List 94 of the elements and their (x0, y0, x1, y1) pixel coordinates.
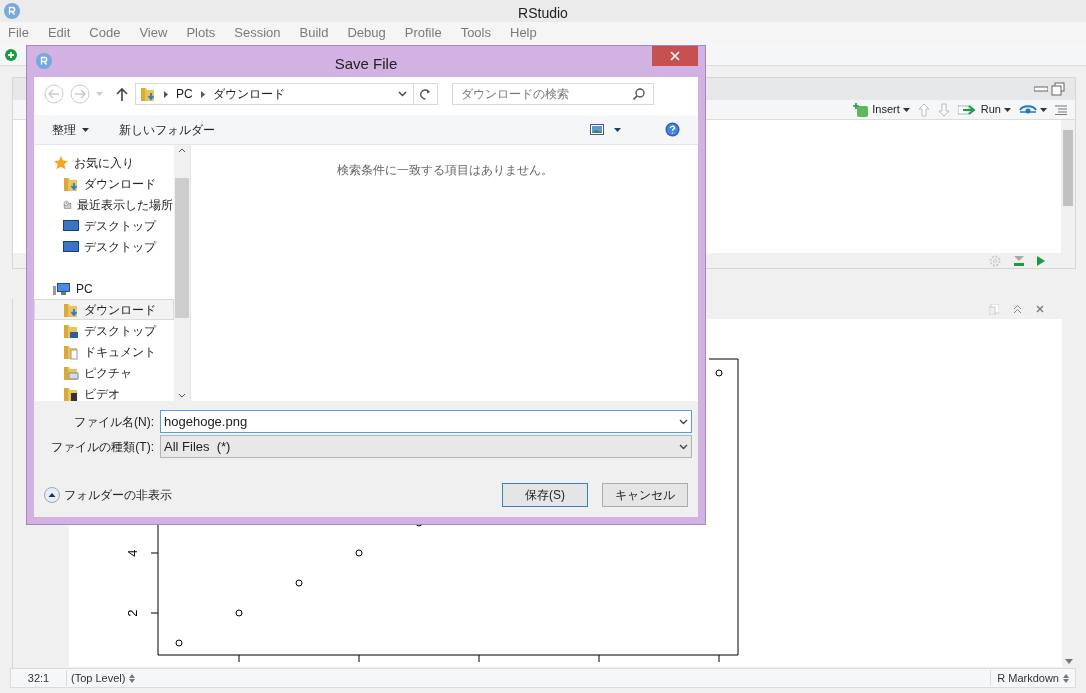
refresh-icon[interactable] (420, 88, 431, 100)
y-tick-label: 2 (125, 609, 141, 617)
nav-item[interactable]: 最近表示した場所 (34, 194, 174, 215)
r-logo-icon (4, 3, 20, 19)
download-folder-icon (63, 175, 79, 192)
star-icon (53, 154, 69, 171)
chevron-down-icon (679, 418, 688, 425)
insert-button[interactable]: Insert (853, 101, 910, 118)
scrollbar[interactable] (1061, 120, 1075, 253)
nav-item[interactable]: デスクトップ (34, 236, 174, 257)
menu-item[interactable]: Debug (347, 23, 386, 43)
dropdown-caret-icon (1040, 107, 1047, 112)
close-icon (670, 51, 680, 61)
new-file-icon[interactable] (5, 48, 17, 61)
breadcrumb-arrow-icon (164, 90, 168, 98)
videos-folder-icon (63, 385, 79, 402)
minimize-icon[interactable] (1034, 86, 1048, 92)
run-chunk-icon[interactable] (1037, 255, 1045, 266)
menu-item[interactable]: Session (234, 23, 281, 43)
scroll-up-icon[interactable] (178, 148, 186, 153)
field-label: ファイル名(N): (73, 413, 155, 431)
scroll-down-icon[interactable] (178, 393, 186, 398)
menu-item[interactable]: View (139, 23, 168, 43)
menu-item[interactable]: Profile (404, 23, 442, 43)
nav-item[interactable]: ピクチャ (34, 362, 174, 383)
breadcrumb-item[interactable]: ダウンロード (212, 85, 285, 103)
toolbar-button[interactable]: 新しいフォルダー (119, 120, 215, 139)
hide-folders-button[interactable]: フォルダーの非表示 (44, 485, 172, 504)
scroll-down-icon[interactable] (1065, 659, 1073, 664)
dropdown-caret-icon (902, 107, 910, 112)
menu-item[interactable]: File (8, 23, 29, 43)
down-arrow-icon[interactable] (937, 102, 950, 117)
pictures-folder-icon (63, 364, 79, 381)
menu-item[interactable]: Tools (460, 23, 491, 43)
help-icon[interactable] (665, 122, 680, 137)
nav-item[interactable]: PC (34, 278, 174, 299)
nav-item[interactable]: お気に入り (34, 152, 174, 173)
outline-icon[interactable] (1055, 104, 1067, 115)
run-button[interactable]: Run (957, 101, 1011, 118)
maximize-icon[interactable] (1051, 82, 1065, 96)
dropdown-caret-icon (82, 127, 89, 132)
picture-icon (590, 124, 604, 135)
desktop-icon (63, 239, 79, 254)
desktop-icon (63, 218, 79, 233)
desktop-folder-icon (63, 322, 79, 339)
close-button[interactable] (652, 46, 698, 66)
download-folder-icon (63, 301, 79, 318)
menu-item[interactable]: Edit (47, 23, 71, 43)
dropdown-caret-icon (614, 127, 621, 132)
download-folder-icon (140, 86, 156, 102)
cancel-button[interactable]: キャンセル (602, 482, 688, 507)
eye-arrow-icon (1019, 103, 1037, 116)
documents-folder-icon (63, 343, 79, 360)
window-title: RStudio (518, 4, 568, 23)
dropdown-caret-icon (1004, 107, 1011, 112)
chevron-down-icon (679, 443, 688, 450)
y-tick-label: 4 (125, 549, 141, 557)
collapse-icon (44, 486, 60, 503)
run-previous-icon[interactable] (1013, 254, 1025, 267)
nav-item[interactable]: デスクトップ (34, 320, 174, 341)
up-icon[interactable] (115, 87, 129, 101)
history-caret-icon (96, 92, 103, 96)
menu-item[interactable]: Help (510, 23, 537, 43)
save-button[interactable]: 保存(S) (502, 482, 588, 507)
search-field[interactable]: ダウンロードの検索 (452, 83, 654, 105)
breadcrumb-arrow-icon (200, 90, 205, 98)
menu-item[interactable]: Build (299, 23, 329, 43)
file-type-dropdown[interactable]: All Files (*) (160, 435, 692, 458)
collapse-up-icon[interactable] (1013, 304, 1022, 314)
nav-item[interactable]: ダウンロード (34, 173, 174, 194)
insert-chunk-icon (853, 102, 870, 117)
breadcrumb-item[interactable]: PC (176, 85, 193, 103)
nav-item[interactable]: デスクトップ (34, 215, 174, 236)
nav-item[interactable]: ドキュメント (34, 341, 174, 362)
nav-item[interactable]: ダウンロード (34, 299, 174, 320)
menu-item[interactable]: Plots (186, 23, 216, 43)
nav-item[interactable]: ビデオ (34, 383, 174, 404)
field-label: ファイルの種類(T): (50, 438, 155, 456)
search-icon (633, 88, 645, 100)
toolbar-button[interactable]: 整理 (52, 120, 89, 139)
view-options-button[interactable] (590, 124, 621, 135)
menu-item[interactable]: Code (89, 23, 121, 43)
address-bar[interactable]: PC ダウンロード (135, 83, 438, 105)
scrollbar[interactable] (174, 145, 190, 401)
chevron-down-icon (398, 91, 407, 97)
close-icon[interactable] (1036, 305, 1044, 313)
empty-message: 検索条件に一致する項目はありません。 (336, 162, 553, 179)
compile-button[interactable] (1019, 103, 1047, 116)
run-arrow-icon (957, 103, 978, 116)
up-arrow-icon[interactable] (917, 102, 930, 117)
dialog-title: Save File (334, 54, 398, 74)
file-name-field[interactable]: hogehoge.png (160, 410, 692, 433)
computer-icon (53, 280, 71, 297)
r-logo-icon (36, 53, 52, 69)
